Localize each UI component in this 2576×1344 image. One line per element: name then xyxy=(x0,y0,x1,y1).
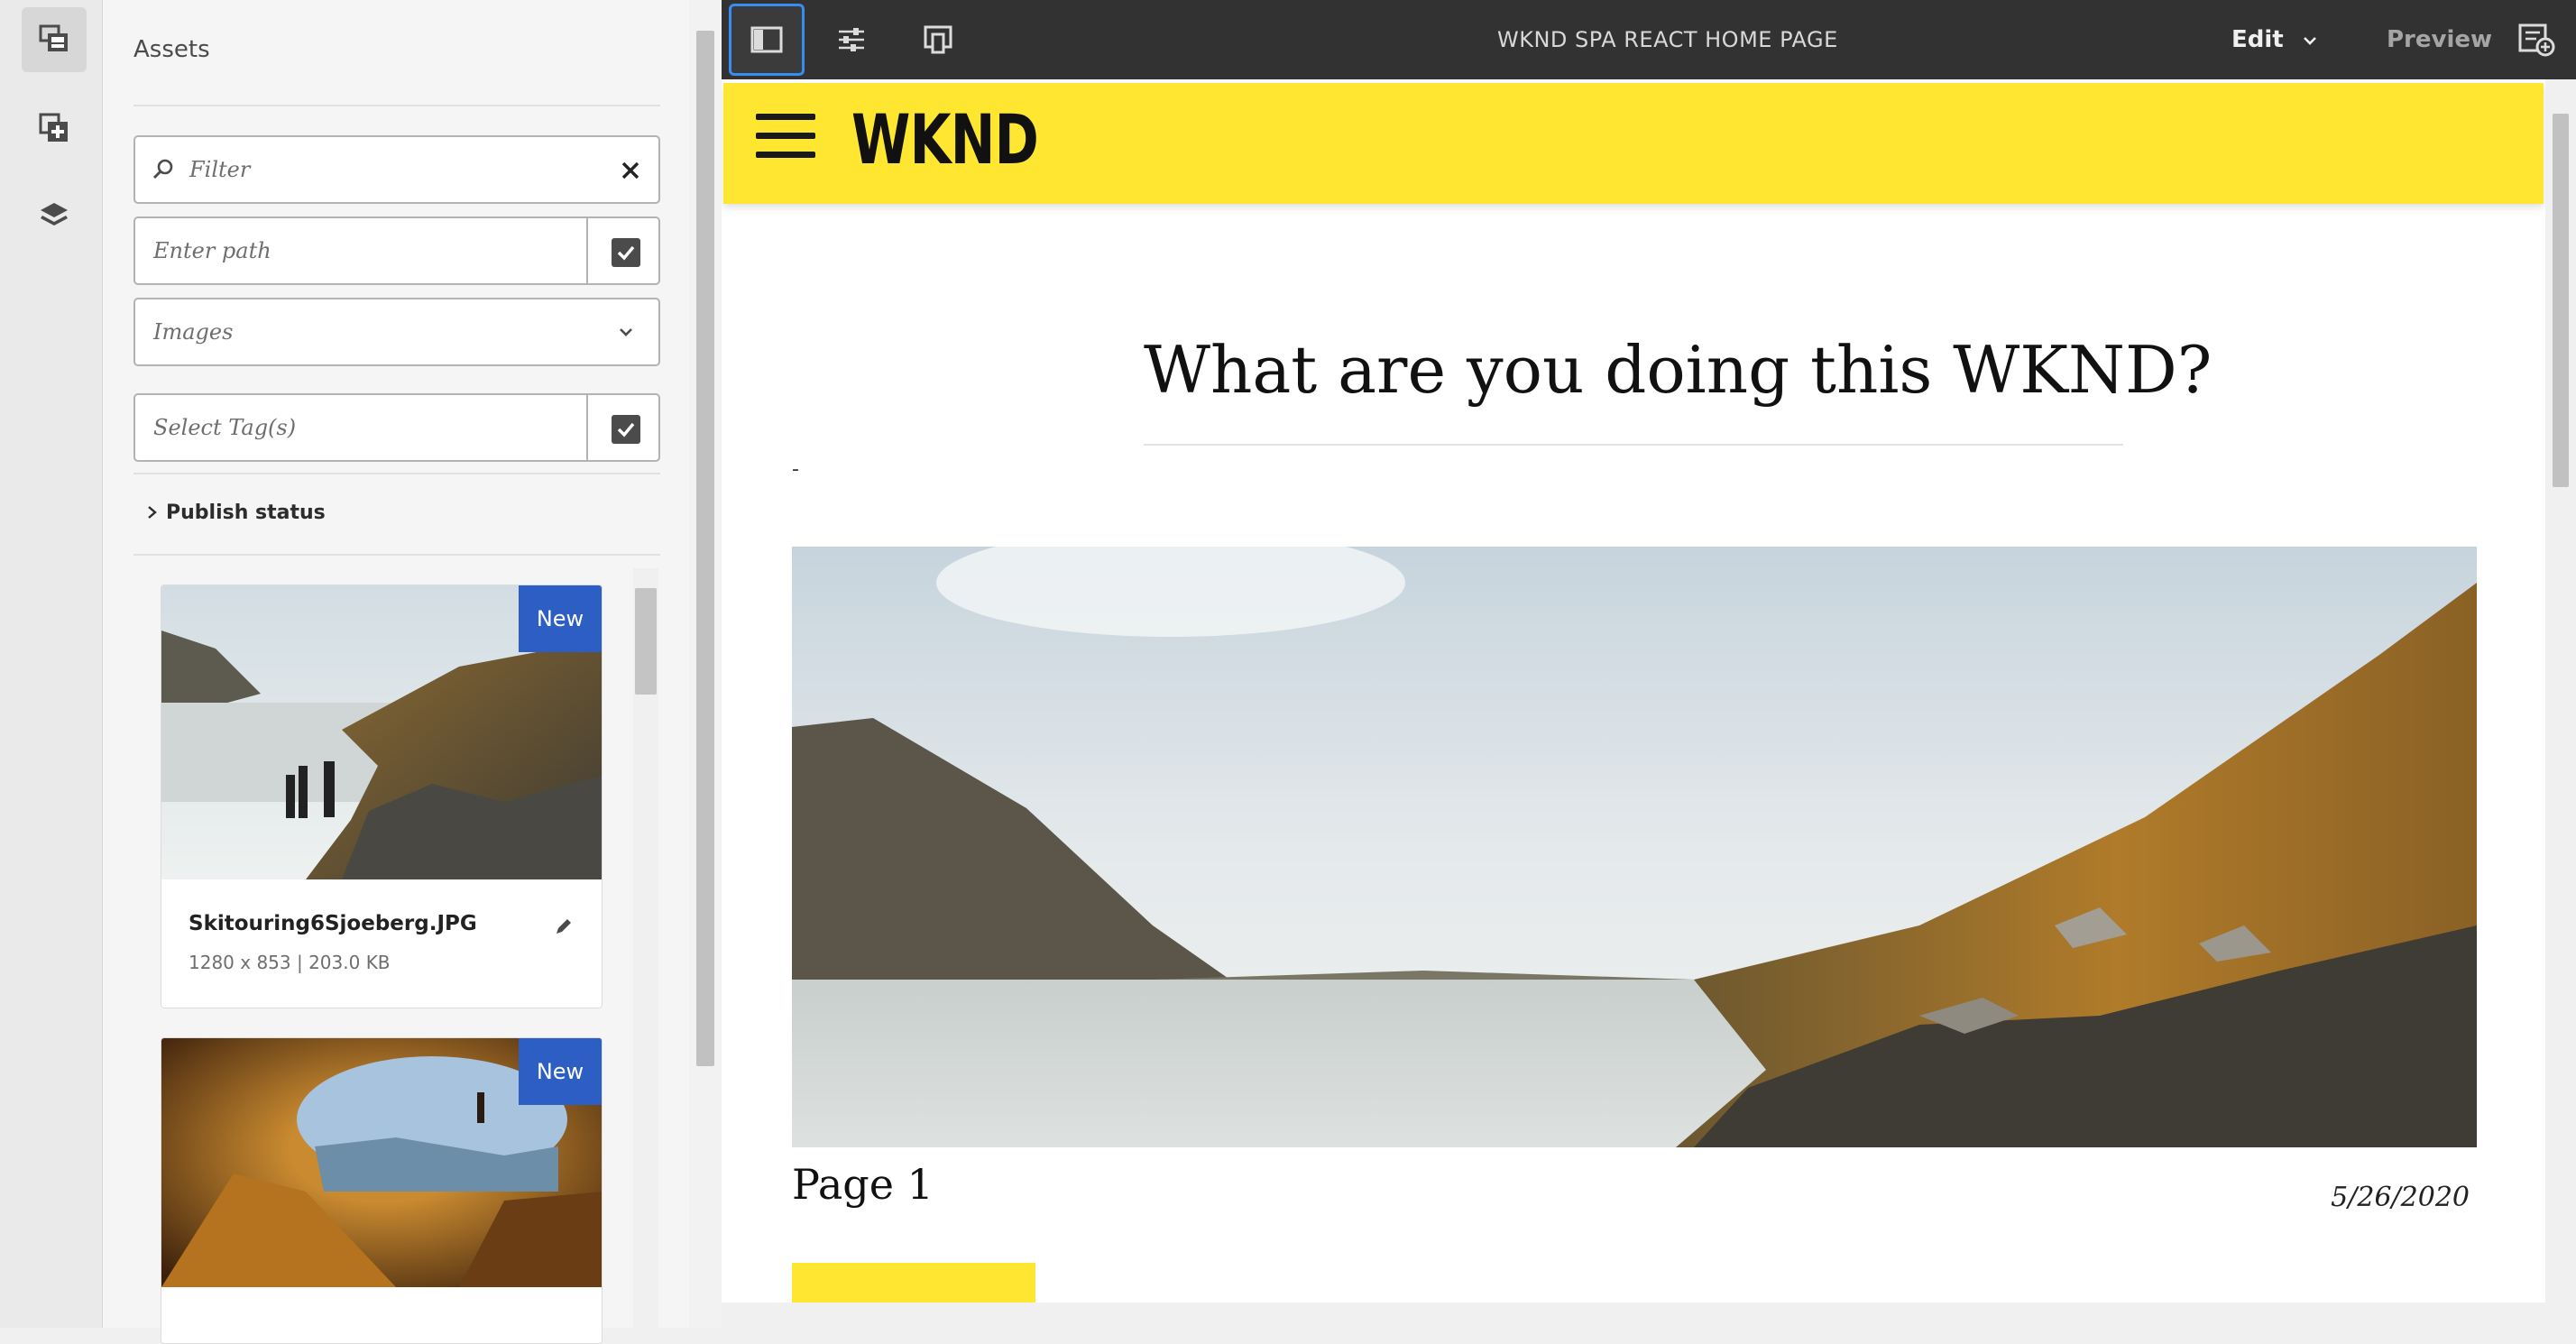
side-rail xyxy=(0,0,103,1328)
components-icon xyxy=(39,113,68,142)
page-properties-button[interactable] xyxy=(814,4,889,76)
mode-selector[interactable]: Edit xyxy=(2231,0,2284,79)
filter-field[interactable]: Filter xyxy=(133,135,660,204)
assets-icon xyxy=(39,24,68,51)
site-header: WKND xyxy=(723,83,2544,204)
asset-card[interactable]: New xyxy=(161,1037,603,1344)
tags-field[interactable]: Select Tag(s) xyxy=(133,393,660,462)
filter-input[interactable]: Filter xyxy=(189,137,250,202)
asset-type-value: Images xyxy=(153,319,234,345)
asset-card[interactable]: New Skitouring6Sjoeberg.JPG 1280 x 853 |… xyxy=(161,585,603,1008)
field-divider xyxy=(586,395,588,460)
path-browse-button[interactable] xyxy=(612,238,640,267)
assets-panel: Assets Filter Enter path Images Select T… xyxy=(103,0,689,1344)
panel-scroll-thumb[interactable] xyxy=(696,31,714,1066)
publish-status-toggle[interactable]: Publish status xyxy=(148,502,326,524)
asset-name: Skitouring6Sjoeberg.JPG xyxy=(189,912,477,935)
rail-assets-button[interactable] xyxy=(22,7,87,72)
annotations-icon[interactable] xyxy=(2516,22,2556,58)
checkmark-icon xyxy=(617,245,635,261)
page-headline: What are you doing this WKND? xyxy=(1144,332,2213,408)
new-badge: New xyxy=(519,1038,602,1105)
panel-divider xyxy=(133,473,660,474)
emulator-button[interactable] xyxy=(900,4,976,76)
path-input[interactable]: Enter path xyxy=(153,218,271,283)
teaser-title[interactable]: Page 1 xyxy=(792,1160,934,1209)
preview-scroll-thumb[interactable] xyxy=(2553,114,2569,487)
site-logo[interactable]: WKND xyxy=(851,99,1039,180)
field-divider xyxy=(586,218,588,283)
preview-button[interactable]: Preview xyxy=(2387,0,2492,79)
toggle-side-panel-button[interactable] xyxy=(729,4,805,76)
tags-picker-button[interactable] xyxy=(612,415,640,444)
page-title: WKND SPA REACT HOME PAGE xyxy=(1497,27,1838,52)
asset-thumbnail[interactable]: New xyxy=(161,1038,602,1287)
teaser-cta-button[interactable] xyxy=(792,1263,1035,1303)
new-badge: New xyxy=(519,585,602,652)
teaser-image[interactable] xyxy=(792,547,2477,1147)
text-placeholder: - xyxy=(792,458,799,481)
editor-toolbar: WKND SPA REACT HOME PAGE Edit Preview xyxy=(722,0,2576,79)
content-tree-icon xyxy=(41,203,68,226)
chevron-right-icon xyxy=(148,506,157,519)
publish-status-label: Publish status xyxy=(166,502,326,524)
search-icon xyxy=(152,159,173,180)
side-panel-icon xyxy=(750,26,783,53)
panel-title: Assets xyxy=(133,36,210,63)
chevron-down-icon xyxy=(620,328,632,336)
asset-meta: 1280 x 853 | 203.0 KB xyxy=(189,952,391,973)
clear-icon[interactable] xyxy=(621,161,640,180)
rail-components-button[interactable] xyxy=(22,96,87,161)
tags-input[interactable]: Select Tag(s) xyxy=(153,395,296,460)
device-emulator-icon xyxy=(924,25,952,54)
rail-content-tree-button[interactable] xyxy=(22,182,87,247)
asset-list-scroll-thumb[interactable] xyxy=(635,588,657,695)
checkmark-icon xyxy=(617,422,635,437)
asset-thumbnail[interactable]: New xyxy=(161,585,602,879)
preview-horizontal-scrollbar[interactable] xyxy=(722,1303,2545,1328)
headline-divider xyxy=(1144,444,2123,446)
asset-type-select[interactable]: Images xyxy=(133,298,660,366)
path-field[interactable]: Enter path xyxy=(133,216,660,285)
teaser-date: 5/26/2020 xyxy=(2331,1182,2470,1213)
edit-icon[interactable] xyxy=(553,916,575,937)
chevron-down-icon[interactable] xyxy=(2302,34,2318,47)
panel-divider xyxy=(133,554,660,556)
page-preview-frame: WKND What are you doing this WKND? - Pag… xyxy=(722,79,2545,1303)
panel-divider xyxy=(133,105,660,106)
mountain-lake-image xyxy=(792,547,2477,1147)
hamburger-menu-icon[interactable] xyxy=(756,114,815,161)
properties-icon xyxy=(839,28,864,51)
